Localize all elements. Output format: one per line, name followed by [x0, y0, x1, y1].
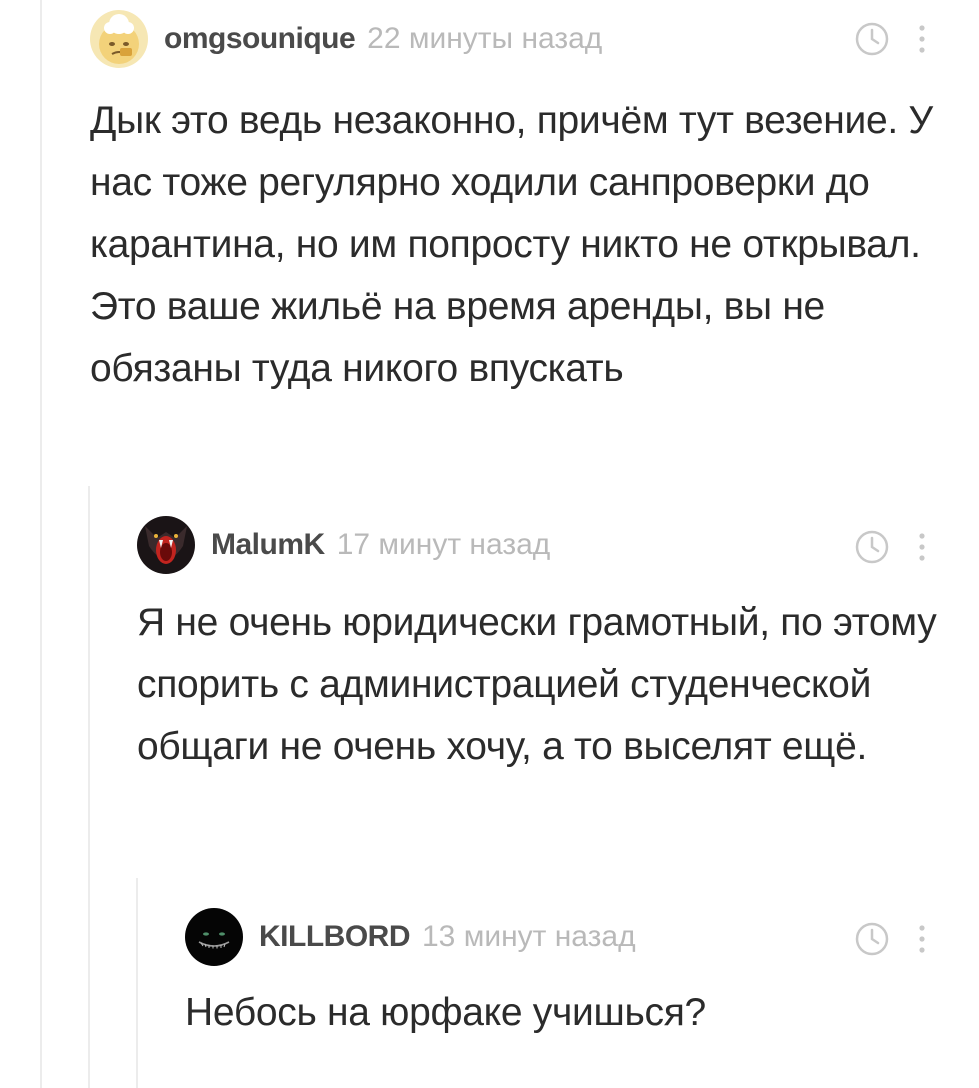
username-text[interactable]: KILLBORD [259, 920, 410, 953]
thread-line-level-1[interactable] [88, 486, 90, 1088]
comment-username[interactable]: omgsounique 22 минуты назад [164, 22, 602, 56]
red-monster-icon [137, 516, 195, 574]
comment-username[interactable]: MalumK 17 минут назад [211, 528, 550, 562]
comment-text: Я не очень юридически грамотный, по этом… [137, 601, 947, 768]
comment-header: MalumK 17 минут назад [137, 516, 979, 580]
comment-timestamp[interactable]: 22 минуты назад [367, 22, 602, 55]
comment-username[interactable]: KILLBORD 13 минут назад [259, 920, 636, 954]
comment-timestamp[interactable]: 17 минут назад [337, 528, 551, 561]
more-vertical-icon[interactable] [915, 22, 929, 56]
more-vertical-icon[interactable] [915, 530, 929, 564]
comment-header: KILLBORD 13 минут назад [185, 908, 979, 972]
clock-icon[interactable] [855, 922, 889, 956]
comment-omgsounique: omgsounique 22 минуты назад Дык это ведь … [90, 10, 979, 400]
comment-text: Небось на юрфаке учишься? [185, 991, 706, 1034]
comment-malumk: MalumK 17 минут назад Я не очень юридичес… [137, 516, 979, 778]
thread-line-level-2[interactable] [136, 878, 138, 1088]
more-vertical-icon[interactable] [915, 922, 929, 956]
thread-line-level-0[interactable] [40, 0, 42, 1088]
comment-header: omgsounique 22 минуты назад [90, 10, 979, 74]
avatar[interactable] [137, 516, 195, 574]
comment-timestamp[interactable]: 13 минут назад [422, 920, 636, 953]
clock-icon[interactable] [855, 530, 889, 564]
comment-text: Дык это ведь незаконно, причём тут везен… [90, 99, 933, 390]
username-text[interactable]: MalumK [211, 528, 325, 561]
avatar[interactable] [185, 908, 243, 966]
username-text[interactable]: omgsounique [164, 22, 356, 55]
comment-killbord: KILLBORD 13 минут назад Небось на юрфаке … [185, 908, 979, 1044]
avatar[interactable] [90, 10, 148, 68]
dark-grin-icon [185, 908, 243, 966]
cat-face-icon [90, 10, 148, 68]
clock-icon[interactable] [855, 22, 889, 56]
